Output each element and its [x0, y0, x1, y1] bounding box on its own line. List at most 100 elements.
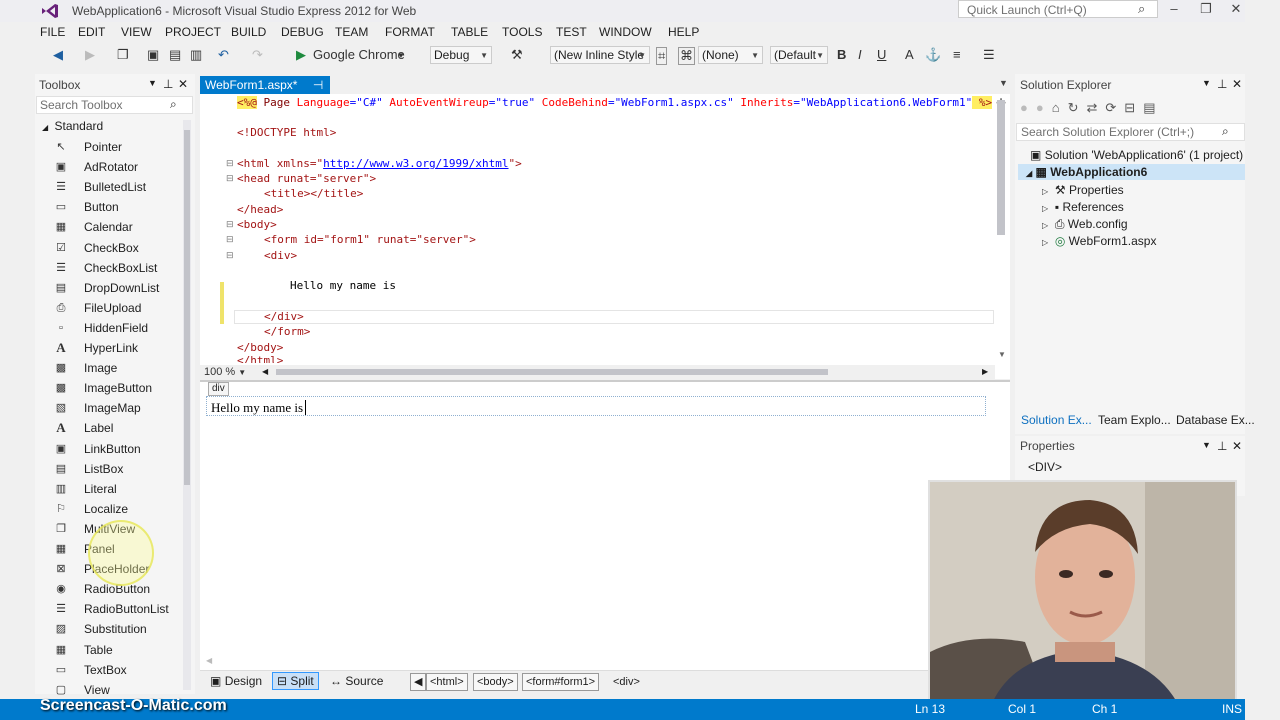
collapse-div-icon[interactable]: ⊟: [226, 250, 234, 261]
menu-build[interactable]: BUILD: [231, 25, 266, 39]
scroll-right-icon[interactable]: ▶: [982, 367, 988, 376]
breadcrumb-body[interactable]: <body>: [473, 673, 518, 691]
back-icon[interactable]: ◀: [53, 47, 63, 63]
menu-help[interactable]: HELP: [668, 25, 699, 39]
project-node[interactable]: ◢ ▦ WebApplication6: [1018, 164, 1245, 180]
code-link[interactable]: http://www.w3.org/1999/xhtml: [323, 157, 508, 170]
close-icon[interactable]: ✕: [1232, 439, 1242, 453]
pin-icon[interactable]: ⊥: [163, 77, 173, 91]
design-text[interactable]: Hello my name is: [211, 400, 307, 416]
toolbox-section-standard[interactable]: ◢ Standard: [42, 119, 103, 133]
style-application-select[interactable]: (New Inline Style ▼: [550, 46, 650, 64]
properties-icon[interactable]: ▤: [1143, 100, 1163, 115]
collapse-all-icon[interactable]: ⊟: [1124, 100, 1143, 115]
tree-item-webconfig[interactable]: ▷ ⎙ Web.config: [1042, 217, 1128, 232]
toolbox-item-radiobuttonlist[interactable]: ☰ RadioButtonList: [54, 600, 174, 620]
toolbox-scroll-thumb[interactable]: [184, 130, 190, 485]
formatting-marks-icon[interactable]: ⌘: [678, 47, 695, 65]
breadcrumb-form[interactable]: <form#form1>: [522, 673, 600, 691]
undo-icon[interactable]: ↶: [218, 47, 229, 63]
search-icon[interactable]: ⌕: [1222, 124, 1229, 139]
back-icon[interactable]: ●: [1020, 100, 1036, 115]
bold-button[interactable]: B: [837, 47, 846, 62]
scroll-left-icon[interactable]: ◀: [262, 367, 268, 376]
menu-view[interactable]: VIEW: [121, 25, 152, 39]
menu-table[interactable]: TABLE: [451, 25, 488, 39]
toolbox-item-listbox[interactable]: ▤ ListBox: [54, 460, 174, 480]
underline-button[interactable]: U: [877, 47, 886, 62]
tab-solution-explorer[interactable]: Solution Ex...: [1021, 413, 1092, 427]
toolbox-item-pointer[interactable]: ↖ Pointer: [54, 138, 174, 158]
font-color-icon[interactable]: A: [905, 47, 914, 62]
toolbox-item-checkboxlist[interactable]: ☰ CheckBoxList: [54, 259, 174, 279]
zoom-level[interactable]: 100 % ▼: [204, 366, 246, 378]
menu-edit[interactable]: EDIT: [78, 25, 105, 39]
toolbox-item-label[interactable]: A Label: [54, 419, 174, 439]
dropdown-icon[interactable]: ▼: [1202, 440, 1211, 450]
dropdown-icon[interactable]: ▼: [1202, 78, 1211, 88]
toolbox-item-button[interactable]: ▭ Button: [54, 198, 174, 218]
sync-icon[interactable]: ↻: [1068, 100, 1087, 115]
toolbox-item-linkbutton[interactable]: ▣ LinkButton: [54, 440, 174, 460]
editor-scroll-thumb[interactable]: [997, 100, 1005, 235]
toolbox-item-hyperlink[interactable]: A HyperLink: [54, 339, 174, 359]
collapse-html-icon[interactable]: ⊟: [226, 158, 234, 169]
div-tag-indicator[interactable]: div: [208, 382, 229, 396]
align-icon[interactable]: ≡: [953, 47, 961, 62]
tree-item-references[interactable]: ▷ ▪ References: [1042, 200, 1124, 214]
quick-launch-input[interactable]: Quick Launch (Ctrl+Q): [958, 0, 1158, 18]
tree-item-webform1[interactable]: ▷ ◎ WebForm1.aspx: [1042, 234, 1156, 248]
redo-icon[interactable]: ↷: [252, 47, 263, 63]
save-all-icon[interactable]: ▤: [169, 47, 181, 63]
source-view-button[interactable]: ↔ Source: [330, 674, 383, 688]
refresh-icon[interactable]: ⟳: [1105, 100, 1124, 115]
menu-format[interactable]: FORMAT: [385, 25, 435, 39]
browser-dropdown-icon[interactable]: ▼: [397, 51, 405, 60]
toolbox-item-table[interactable]: ▦ Table: [54, 641, 174, 661]
tab-overflow-icon[interactable]: ▼: [999, 78, 1008, 88]
toolbox-item-literal[interactable]: ▥ Literal: [54, 480, 174, 500]
breadcrumb-html[interactable]: <html>: [426, 673, 468, 691]
toolbox-item-imagebutton[interactable]: ▩ ImageButton: [54, 379, 174, 399]
start-debugging-icon[interactable]: ▶: [296, 47, 306, 63]
scroll-left-icon[interactable]: ◀: [206, 656, 212, 665]
menu-test[interactable]: TEST: [556, 25, 587, 39]
toolbox-item-dropdownlist[interactable]: ▤ DropDownList: [54, 279, 174, 299]
toolbox-item-image[interactable]: ▩ Image: [54, 359, 174, 379]
new-project-icon[interactable]: ❐: [117, 47, 129, 63]
browser-label[interactable]: Google Chrome: [313, 47, 405, 62]
tree-item-properties[interactable]: ▷ ⚒ Properties: [1042, 183, 1124, 197]
close-icon[interactable]: ✕: [1232, 77, 1242, 91]
tab-webform1[interactable]: WebForm1.aspx* ⊣ ✕: [200, 76, 330, 110]
attach-icon[interactable]: ⚒: [511, 47, 523, 63]
editor-horizontal-scroll-thumb[interactable]: [276, 369, 828, 375]
collapse-form-icon[interactable]: ⊟: [226, 234, 234, 245]
solution-search-input[interactable]: Search Solution Explorer (Ctrl+;): [1016, 123, 1245, 141]
configuration-select[interactable]: Debug ▼: [430, 46, 492, 64]
toolbox-item-textbox[interactable]: ▭ TextBox: [54, 661, 174, 681]
breadcrumb-div[interactable]: <div>: [609, 673, 644, 691]
target-rule-select[interactable]: (None) ▼: [698, 46, 763, 64]
design-div-box[interactable]: [206, 396, 986, 416]
toolbox-item-bulletedlist[interactable]: ☰ BulletedList: [54, 178, 174, 198]
collapse-body-icon[interactable]: ⊟: [226, 219, 234, 230]
close-icon[interactable]: ✕: [178, 77, 188, 91]
close-button[interactable]: ✕: [1222, 0, 1250, 20]
forward-icon[interactable]: ▶: [85, 47, 95, 63]
collapse-head-icon[interactable]: ⊟: [226, 173, 234, 184]
toolbox-item-imagemap[interactable]: ▧ ImageMap: [54, 399, 174, 419]
tab-database-explorer[interactable]: Database Ex...: [1176, 413, 1255, 427]
switch-view-icon[interactable]: ⇄: [1086, 100, 1105, 115]
toolbox-item-hiddenfield[interactable]: ▫ HiddenField: [54, 319, 174, 339]
menu-team[interactable]: TEAM: [335, 25, 368, 39]
design-view-button[interactable]: ▣ Design: [210, 674, 262, 688]
forward-icon[interactable]: ●: [1036, 100, 1052, 115]
menu-window[interactable]: WINDOW: [599, 25, 652, 39]
pin-icon[interactable]: ⊥: [1217, 439, 1227, 453]
menu-file[interactable]: FILE: [40, 25, 65, 39]
toolbox-item-calendar[interactable]: ▦ Calendar: [54, 218, 174, 238]
toolbox-item-fileupload[interactable]: ⎙ FileUpload: [54, 299, 174, 319]
menu-project[interactable]: PROJECT: [165, 25, 221, 39]
list-icon[interactable]: ☰: [983, 47, 995, 63]
scroll-down-icon[interactable]: ▼: [998, 350, 1006, 359]
